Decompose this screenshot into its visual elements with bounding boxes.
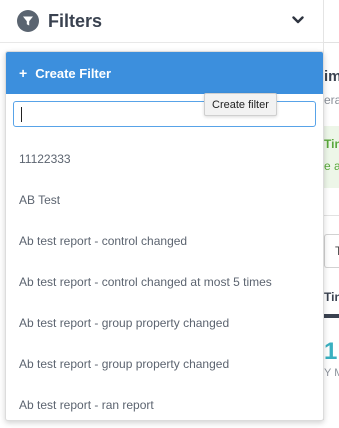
filter-icon <box>17 10 39 32</box>
background-status-title-fragment: Tin <box>324 137 339 151</box>
create-filter-tooltip: Create filter <box>204 93 277 116</box>
create-filter-label: Create Filter <box>35 65 112 81</box>
list-item[interactable]: Ab test report - control changed <box>6 220 323 261</box>
list-item[interactable]: Ab test report - ran report <box>6 384 323 420</box>
background-title-fragment: im <box>324 68 339 85</box>
panel-bottom <box>0 420 339 428</box>
filter-list: 11122333 AB Test Ab test report - contro… <box>6 138 323 420</box>
filters-panel: Filters im era Tin e a T Tin 1. Y M + Cr… <box>0 0 339 428</box>
divider <box>324 42 339 43</box>
background-content: im era Tin e a T Tin 1. Y M <box>323 0 339 428</box>
background-subtitle-fragment: era <box>324 93 339 107</box>
list-item[interactable]: 11122333 <box>6 138 323 179</box>
list-item[interactable]: Ab test report - group property changed <box>6 302 323 343</box>
background-status-box <box>324 126 339 188</box>
background-tab-underline <box>324 314 339 318</box>
filters-header[interactable]: Filters <box>0 0 323 43</box>
create-filter-button[interactable]: + Create Filter <box>6 52 323 94</box>
list-item[interactable]: Ab test report - group property changed <box>6 343 323 384</box>
filters-title: Filters <box>48 10 103 31</box>
background-metric-fragment: 1. <box>324 338 339 365</box>
text-cursor <box>21 107 22 122</box>
list-item[interactable]: AB Test <box>6 179 323 220</box>
list-item[interactable]: Ab test report - control changed at most… <box>6 261 323 302</box>
background-tab-fragment: Tin <box>324 290 339 304</box>
background-status-text-fragment: e a <box>324 159 339 173</box>
background-input-fragment: T <box>335 244 339 258</box>
plus-icon: + <box>19 65 28 81</box>
background-metric-label-fragment: Y M <box>324 367 339 379</box>
divider <box>324 215 339 216</box>
chevron-down-icon[interactable] <box>291 13 305 27</box>
